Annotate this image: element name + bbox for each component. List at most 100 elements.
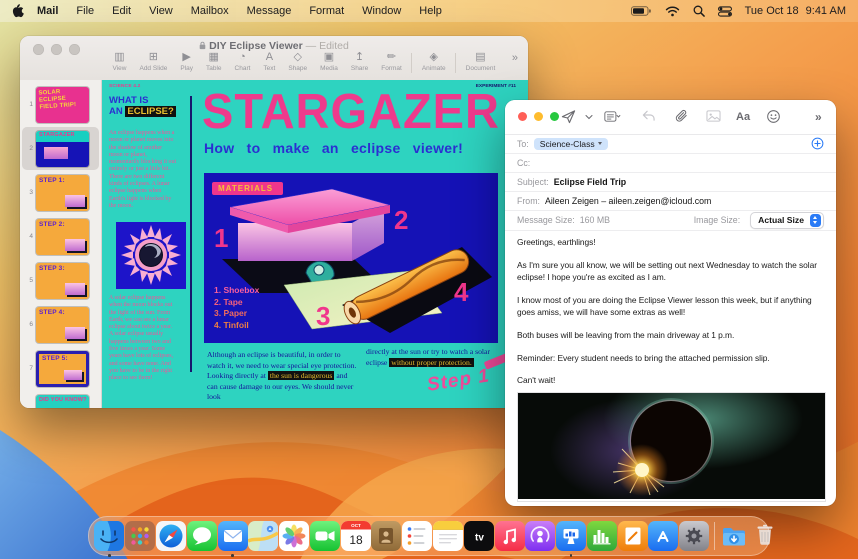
- eclipse-photo-attachment[interactable]: [517, 392, 826, 502]
- toolbar-play-button[interactable]: ▶ Play: [174, 51, 200, 72]
- toolbar-media-button[interactable]: ▣ Media: [314, 51, 345, 72]
- thumbnail-label: STARGAZER: [39, 131, 75, 138]
- toolbar-shape-button[interactable]: ◇ Shape: [282, 51, 314, 72]
- spotlight-icon[interactable]: [693, 5, 705, 17]
- recipient-token[interactable]: Science-Class: [533, 137, 608, 150]
- toolbar-overflow-chevron[interactable]: »: [512, 52, 518, 64]
- dock-reminders[interactable]: [402, 521, 433, 551]
- downloads-icon: [723, 528, 746, 546]
- emoji-icon[interactable]: [766, 109, 781, 129]
- thumbnail-label: STEP 4:: [39, 308, 65, 316]
- attach-icon[interactable]: [675, 109, 689, 129]
- toolbar-divider: [455, 53, 457, 73]
- add-slide-icon: ⊞: [148, 51, 158, 63]
- dock-downloads[interactable]: [719, 521, 749, 551]
- toolbar-format-button[interactable]: ✏ Format: [375, 51, 409, 72]
- dock-numbers[interactable]: [586, 521, 617, 551]
- dock-appstore[interactable]: [648, 521, 679, 551]
- apple-menu-icon[interactable]: [12, 4, 24, 18]
- menu-view[interactable]: View: [140, 0, 182, 22]
- dock-maps[interactable]: [248, 521, 279, 551]
- menu-file[interactable]: File: [67, 0, 103, 22]
- mail-window-controls[interactable]: [518, 112, 559, 121]
- what-is-heading[interactable]: WHAT IS AN ECLIPSE?: [109, 95, 176, 117]
- toolbar-chart-button[interactable]: ◔ Chart: [228, 51, 257, 72]
- to-field[interactable]: To: Science-Class: [505, 134, 836, 154]
- toolbar-table-button[interactable]: ▦ Table: [199, 51, 228, 72]
- dock-podcasts[interactable]: [525, 521, 556, 551]
- toolbar-add-slide-button[interactable]: ⊞ Add Slide: [133, 51, 174, 72]
- toolbar-share-button[interactable]: ↥ Share: [344, 51, 374, 72]
- body-paragraph: Can't wait!: [517, 375, 556, 386]
- slide-canvas[interactable]: SCIENCE 4.2 EXPERIMENT #11 WHAT IS AN EC…: [102, 80, 528, 408]
- slide-subtitle[interactable]: How to make an eclipse viewer!: [204, 140, 463, 156]
- minimize-button[interactable]: [534, 112, 543, 121]
- menu-help[interactable]: Help: [410, 0, 451, 22]
- slide-thumbnail-2[interactable]: 2 STARGAZER: [22, 127, 99, 170]
- control-center-icon[interactable]: [717, 5, 732, 17]
- zoom-button[interactable]: [550, 112, 559, 121]
- slide-thumbnail-1[interactable]: 1 SOLAR ECLIPSE FIELD TRIP!: [22, 83, 99, 126]
- dock-pages[interactable]: [617, 521, 648, 551]
- warning-text-left[interactable]: Although an eclipse is beautiful, in ord…: [207, 350, 357, 403]
- dock-notes[interactable]: [432, 521, 463, 551]
- toolbar-label: Format: [381, 65, 402, 72]
- toolbar-label: Chart: [234, 65, 251, 72]
- dock-mail[interactable]: [217, 521, 248, 557]
- slide-title[interactable]: STARGAZER: [202, 82, 500, 139]
- thumbnail-preview: DID YOU KNOW?: [36, 394, 89, 408]
- dock-calendar[interactable]: OCT 18: [340, 521, 371, 551]
- wifi-icon[interactable]: [665, 5, 680, 17]
- toolbar-text-button[interactable]: A Text: [257, 51, 282, 72]
- stepper-icon: [810, 213, 821, 227]
- dock-music[interactable]: [494, 521, 525, 551]
- from-field[interactable]: From: Aileen Zeigen – aileen.zeigen@iclo…: [505, 191, 836, 211]
- slide-thumbnail-6[interactable]: 6 STEP 4:: [22, 303, 99, 346]
- slide-thumbnail-7[interactable]: 7 STEP 5:: [22, 347, 99, 390]
- more-icon[interactable]: »: [815, 109, 822, 125]
- sun-illustration[interactable]: [116, 222, 186, 289]
- toolbar-animate-button[interactable]: ◈ Animate: [415, 51, 452, 72]
- close-button[interactable]: [518, 112, 527, 121]
- slide-thumbnail-5[interactable]: 5 STEP 3:: [22, 259, 99, 302]
- eclipse-paragraph-1[interactable]: An eclipse happens when a moon or planet…: [109, 130, 177, 210]
- step-annotation[interactable]: Step 1: [426, 365, 492, 397]
- dock-contacts[interactable]: [371, 521, 402, 551]
- header-fields-icon[interactable]: [604, 109, 621, 129]
- menu-format[interactable]: Format: [300, 0, 353, 22]
- toolbar-view-button[interactable]: ▥ View: [106, 51, 133, 72]
- image-size-select[interactable]: Actual Size: [750, 211, 824, 229]
- menu-message[interactable]: Message: [238, 0, 301, 22]
- send-icon[interactable]: [561, 109, 576, 129]
- dock-messages[interactable]: [186, 521, 217, 551]
- dock-tv[interactable]: tv: [463, 521, 494, 551]
- thumbnail-preview: STEP 1:: [36, 174, 89, 211]
- slide-thumbnail-8[interactable]: 8DID YOU KNOW?: [22, 391, 99, 408]
- slide-thumbnail-4[interactable]: 4 STEP 2:: [22, 215, 99, 258]
- dock-keynote[interactable]: [556, 521, 587, 557]
- battery-icon[interactable]: [630, 6, 652, 16]
- course-tag[interactable]: SCIENCE 4.2: [109, 84, 141, 89]
- menu-mail[interactable]: Mail: [28, 0, 67, 22]
- dock-launchpad[interactable]: [125, 521, 156, 551]
- dock-safari[interactable]: [155, 521, 186, 551]
- menu-edit[interactable]: Edit: [103, 0, 140, 22]
- view-icon: ▥: [114, 51, 125, 63]
- menu-window[interactable]: Window: [353, 0, 410, 22]
- dock-settings[interactable]: [679, 521, 710, 551]
- menu-mailbox[interactable]: Mailbox: [182, 0, 238, 22]
- eclipse-paragraph-2[interactable]: A solar eclipse happens when the moon bl…: [109, 295, 177, 383]
- send-chevron-icon[interactable]: [585, 109, 593, 125]
- format-text-icon[interactable]: Aa: [736, 109, 750, 125]
- add-recipient-button[interactable]: [811, 137, 824, 150]
- dock-finder[interactable]: [94, 521, 125, 557]
- dock-photos[interactable]: [279, 521, 310, 551]
- materials-box[interactable]: 1 2 3 4 MATERIALS 1. Shoebox 2. Tape 3. Pa…: [204, 173, 498, 343]
- cc-field[interactable]: Cc:: [505, 153, 836, 173]
- dock-trash[interactable]: [750, 521, 780, 551]
- menu-clock[interactable]: Tue Oct 18 9:41 AM: [745, 5, 846, 17]
- dock-facetime[interactable]: [309, 521, 340, 551]
- subject-field[interactable]: Subject: Eclipse Field Trip: [505, 172, 836, 192]
- toolbar-document-button[interactable]: ▤ Document: [459, 51, 502, 72]
- slide-thumbnail-3[interactable]: 3 STEP 1:: [22, 171, 99, 214]
